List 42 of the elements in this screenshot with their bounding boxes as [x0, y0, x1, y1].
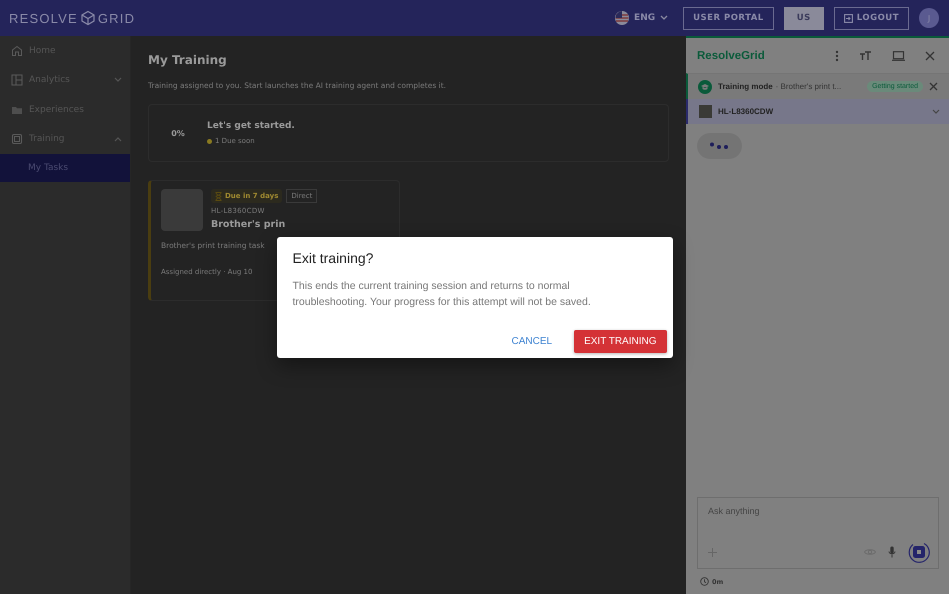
- layout-icon: [11, 74, 23, 86]
- sidebar-subitem[interactable]: My Tasks: [0, 154, 130, 182]
- chevron-down-icon: [114, 77, 122, 84]
- logout-button[interactable]: LOGOUT: [834, 6, 909, 30]
- logo-text: RESOLVE: [9, 10, 78, 26]
- chip-icon: [11, 133, 23, 146]
- graduation-cap-icon: [698, 80, 712, 94]
- printer-thumbnail-placeholder: [699, 105, 712, 118]
- header-button[interactable]: USER PORTAL: [683, 6, 774, 30]
- panel-title: ResolveGrid: [697, 50, 765, 62]
- close-icon[interactable]: [929, 82, 938, 91]
- status-dot: [207, 138, 212, 144]
- logo-text: GRID: [98, 10, 136, 26]
- exit-icon: [844, 14, 853, 22]
- dialog-title: Exit training?: [292, 250, 374, 266]
- task-title: Brother's prin: [211, 219, 286, 230]
- chevron-down-icon: [660, 15, 668, 21]
- typing-indicator-icon: [697, 133, 742, 159]
- clock-icon: [700, 577, 709, 586]
- header-button[interactable]: US: [784, 6, 824, 30]
- microphone-icon[interactable]: [888, 546, 896, 558]
- cube-logo-icon: [80, 10, 96, 26]
- banner-detail: · Brother's print t...: [776, 82, 842, 91]
- chevron-down-icon: [932, 108, 940, 114]
- more-icon[interactable]: [835, 50, 839, 62]
- close-icon[interactable]: [925, 50, 935, 60]
- page-title: My Training: [148, 53, 228, 67]
- progress-percent: 0%: [170, 128, 186, 138]
- chevron-up-icon: [114, 136, 122, 142]
- hourglass-icon: [215, 192, 222, 200]
- text-size-icon[interactable]: [859, 50, 872, 60]
- exit-training-button[interactable]: EXIT TRAINING: [574, 330, 666, 352]
- cancel-button[interactable]: CANCEL: [502, 330, 562, 352]
- message-input[interactable]: Ask anything: [708, 506, 930, 516]
- home-icon: [11, 44, 23, 57]
- stop-button-icon[interactable]: [908, 541, 930, 563]
- language-selector[interactable]: ENG: [615, 11, 668, 25]
- banner-label: Training mode: [718, 82, 773, 91]
- device-selector[interactable]: HL-L8360CDW: [686, 99, 949, 124]
- card-heading: Let's get started.: [207, 121, 295, 131]
- flag-icon: [615, 11, 630, 25]
- laptop-icon[interactable]: [892, 50, 905, 60]
